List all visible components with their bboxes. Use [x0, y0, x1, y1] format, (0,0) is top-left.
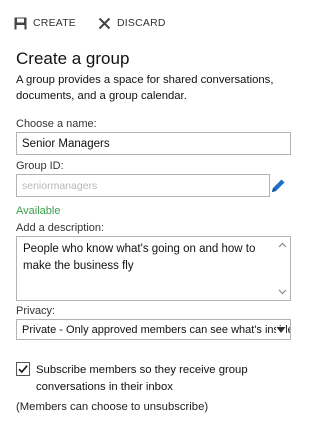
group-name-input[interactable]: Senior Managers — [16, 132, 291, 155]
close-icon — [98, 17, 111, 29]
pencil-icon[interactable] — [268, 176, 288, 196]
create-button[interactable]: CREATE — [14, 17, 76, 30]
page-description: A group provides a space for shared conv… — [16, 74, 274, 102]
scroll-up-icon[interactable] — [278, 241, 287, 250]
name-label: Choose a name: — [16, 118, 97, 130]
subscribe-checkbox[interactable] — [16, 362, 30, 376]
textarea-scrollbar[interactable] — [276, 238, 289, 299]
group-id-label: Group ID: — [16, 160, 64, 172]
create-label: CREATE — [33, 17, 77, 29]
scroll-down-icon[interactable] — [278, 287, 287, 296]
description-text: People who know what's going on and how … — [23, 243, 256, 272]
command-bar: CREATE DISCARD — [14, 15, 166, 31]
privacy-label: Privacy: — [16, 305, 56, 317]
subscribe-label: Subscribe members so they receive group … — [36, 364, 248, 393]
privacy-select[interactable]: Private - Only approved members can see … — [16, 319, 291, 340]
description-textarea[interactable]: People who know what's going on and how … — [16, 236, 291, 301]
save-icon — [14, 17, 27, 29]
chevron-down-icon — [276, 326, 286, 334]
discard-button[interactable]: DISCARD — [98, 17, 166, 30]
checkmark-icon — [18, 365, 28, 374]
page-title: Create a group — [16, 49, 130, 68]
discard-label: DISCARD — [117, 17, 166, 29]
group-id-input[interactable]: seniormanagers — [16, 174, 270, 197]
unsubscribe-note: (Members can choose to unsubscribe) — [16, 401, 209, 413]
description-label: Add a description: — [16, 222, 105, 234]
privacy-selected-value: Private - Only approved members can see … — [22, 324, 291, 336]
availability-status: Available — [16, 205, 61, 217]
